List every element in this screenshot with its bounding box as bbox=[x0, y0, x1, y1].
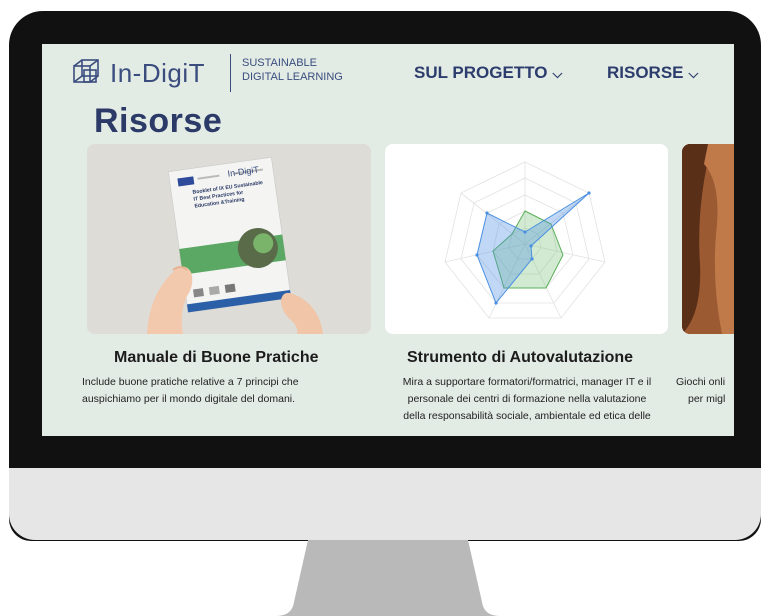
radar-chart-illustration bbox=[444, 161, 606, 319]
photo-illustration bbox=[682, 144, 734, 334]
manual-desc-line-1: Include buone pratiche relative a 7 prin… bbox=[82, 376, 299, 388]
website-screen: In-DigiT SUSTAINABLE DIGITAL LEARNING SU… bbox=[42, 44, 734, 436]
chevron-down-icon: ⌵ bbox=[552, 66, 563, 81]
tagline-line-2: DIGITAL LEARNING bbox=[242, 71, 343, 83]
self-assessment-card-image[interactable] bbox=[385, 144, 668, 334]
assessment-desc-line-3: della responsabilità sociale, ambientale… bbox=[403, 410, 651, 422]
monitor-stand bbox=[276, 540, 500, 616]
games-card-image[interactable] bbox=[682, 144, 734, 334]
chevron-down-icon: ⌵ bbox=[688, 66, 699, 81]
nav-sul-progetto-label: SUL PROGETTO bbox=[414, 63, 548, 82]
manual-card-description: Include buone pratiche relative a 7 prin… bbox=[82, 374, 382, 408]
self-assessment-card-description: Mira a supportare formatori/formatrici, … bbox=[364, 374, 690, 425]
site-header: In-DigiT SUSTAINABLE DIGITAL LEARNING SU… bbox=[42, 44, 734, 104]
nav-risorse-label: RISORSE bbox=[607, 63, 684, 82]
header-divider bbox=[230, 54, 231, 92]
games-desc-line-2: per migl bbox=[688, 393, 726, 405]
tagline-line-1: SUSTAINABLE bbox=[242, 57, 317, 69]
brand-name: In-DigiT bbox=[110, 58, 206, 88]
site-logo[interactable]: In-DigiT bbox=[70, 54, 240, 94]
page-title: Risorse bbox=[94, 102, 223, 140]
nav-sul-progetto[interactable]: SUL PROGETTO ⌵ bbox=[414, 63, 562, 83]
nav-risorse[interactable]: RISORSE ⌵ bbox=[607, 63, 698, 83]
manual-desc-line-2: auspichiamo per il mondo digitale del do… bbox=[82, 393, 296, 405]
manual-card-title[interactable]: Manuale di Buone Pratiche bbox=[114, 349, 318, 367]
games-card-description: Giochi onli per migl bbox=[676, 374, 734, 408]
self-assessment-card-title[interactable]: Strumento di Autovalutazione bbox=[407, 349, 633, 367]
games-desc-line-1: Giochi onli bbox=[676, 376, 726, 388]
assessment-desc-line-2: personale dei centri di formazione nella… bbox=[407, 393, 647, 405]
tagline: SUSTAINABLE DIGITAL LEARNING bbox=[242, 56, 343, 84]
monitor-chin bbox=[9, 468, 761, 540]
cube-logo-icon bbox=[73, 59, 99, 83]
assessment-desc-line-1: Mira a supportare formatori/formatrici, … bbox=[402, 376, 652, 388]
